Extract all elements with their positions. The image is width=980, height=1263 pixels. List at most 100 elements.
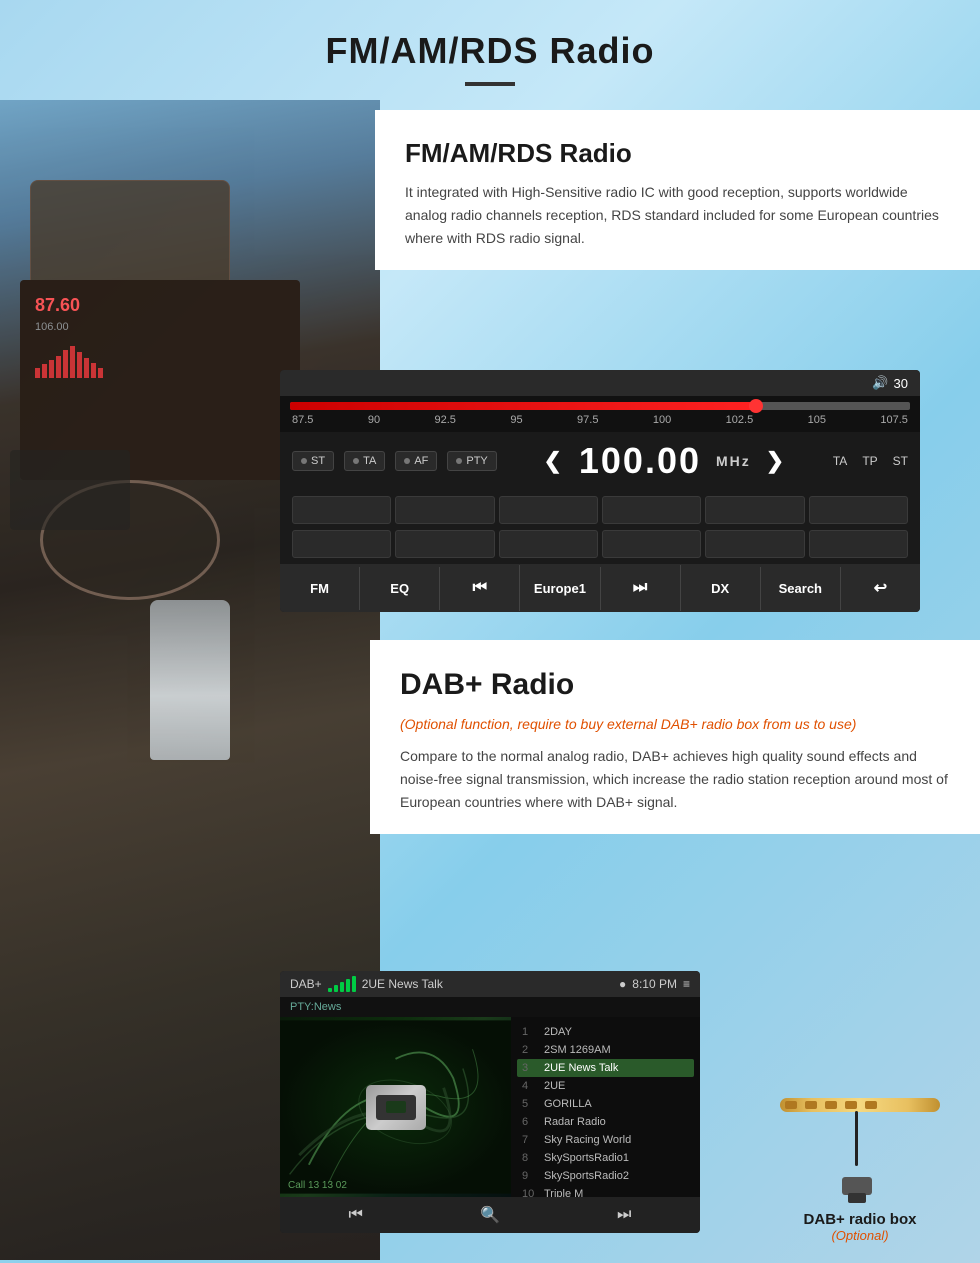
dab-btn-prev[interactable]: ⏮ (349, 1206, 363, 1224)
preset-6[interactable] (809, 496, 908, 524)
st-label: ST (893, 454, 908, 468)
preset-3[interactable] (499, 496, 598, 524)
dab-title: DAB+ Radio (400, 668, 950, 702)
dab-channel-7[interactable]: 7 Sky Racing World (517, 1131, 694, 1149)
dab-pty: PTY:News (280, 997, 700, 1017)
freq-slider-fill (290, 402, 761, 410)
freq-marker-9: 107.5 (880, 414, 908, 426)
dab-channel-3[interactable]: 3 2UE News Talk (517, 1059, 694, 1077)
ch-num-9: 9 (522, 1170, 538, 1182)
freq-markers: 87.5 90 92.5 95 97.5 100 102.5 105 107.5 (290, 414, 910, 426)
radio-bottom-bar: FM EQ ⏮ Europe1 ⏭ DX Search ↩ (280, 564, 920, 612)
preset-12[interactable] (809, 530, 908, 558)
dab-section-card: DAB+ Radio (Optional function, require t… (370, 640, 980, 834)
preset-grid-1 (280, 490, 920, 530)
chip-st: ST (292, 451, 334, 471)
preset-8[interactable] (395, 530, 494, 558)
dab-channel-call: Call 13 13 02 (288, 1180, 347, 1191)
freq-marker-1: 87.5 (292, 414, 313, 426)
radio-btn-eq[interactable]: EQ (360, 567, 440, 610)
freq-slider-track (290, 402, 910, 410)
ch-num-5: 5 (522, 1098, 538, 1110)
radio-btn-fm[interactable]: FM (280, 567, 360, 610)
preset-2[interactable] (395, 496, 494, 524)
dab-channel-5[interactable]: 5 GORILLA (517, 1095, 694, 1113)
signal-bars (328, 976, 356, 992)
radio-btn-search[interactable]: Search (761, 567, 841, 610)
freq-slider-container: 87.5 90 92.5 95 97.5 100 102.5 105 107.5 (280, 396, 920, 432)
dab-btn-next[interactable]: ⏭ (617, 1206, 631, 1224)
dab-time: 8:10 PM (632, 977, 677, 991)
dab-channel-6[interactable]: 6 Radar Radio (517, 1113, 694, 1131)
radio-btn-dx[interactable]: DX (681, 567, 761, 610)
ch-name-1: 2DAY (544, 1026, 572, 1038)
dab-channel-4[interactable]: 4 2UE (517, 1077, 694, 1095)
signal-bar-2 (334, 985, 338, 992)
dab-bottom-bar: ⏮ 🔍 ⏭ (280, 1197, 700, 1233)
preset-7[interactable] (292, 530, 391, 558)
radio-btn-prev[interactable]: ⏮ (440, 565, 520, 611)
dab-label: DAB+ (290, 977, 322, 991)
dab-station-name: 2UE News Talk (362, 977, 443, 991)
freq-marker-7: 102.5 (726, 414, 754, 426)
dab-art: Call 13 13 02 (280, 1017, 511, 1197)
freq-unit: MHz (716, 453, 751, 469)
ch-name-4: 2UE (544, 1080, 565, 1092)
ch-name-3: 2UE News Talk (544, 1062, 618, 1074)
freq-arrow-right[interactable]: ❯ (766, 448, 786, 474)
radio-screen (376, 1095, 416, 1120)
freq-marker-4: 95 (510, 414, 522, 426)
tp-label: TP (862, 454, 877, 468)
bump-2 (805, 1101, 817, 1109)
dab-btn-search[interactable]: 🔍 (480, 1205, 500, 1225)
ch-num-6: 6 (522, 1116, 538, 1128)
ch-name-6: Radar Radio (544, 1116, 606, 1128)
dab-channel-1[interactable]: 1 2DAY (517, 1023, 694, 1041)
dab-status-left: DAB+ 2UE News Talk (290, 976, 443, 992)
preset-9[interactable] (499, 530, 598, 558)
ch-name-5: GORILLA (544, 1098, 592, 1110)
ch-name-9: SkySportsRadio2 (544, 1170, 629, 1182)
dab-box-optional: (Optional) (760, 1228, 960, 1243)
volume-area: 🔊 30 (872, 375, 908, 391)
radio-top-bar: 🔊 30 (280, 370, 920, 396)
ch-num-7: 7 (522, 1134, 538, 1146)
pty-label: PTY:News (290, 1001, 341, 1013)
radio-controls-row: ST TA AF PTY ❮ 100.00 MHz ❯ TA TP ST (280, 432, 920, 490)
signal-bar-4 (346, 979, 350, 992)
preset-11[interactable] (705, 530, 804, 558)
preset-10[interactable] (602, 530, 701, 558)
ch-name-8: SkySportsRadio1 (544, 1152, 629, 1164)
freq-marker-2: 90 (368, 414, 380, 426)
ch-num-10: 10 (522, 1188, 538, 1197)
dab-cable (855, 1111, 858, 1166)
freq-display: ❮ 100.00 MHz ❯ (507, 440, 823, 482)
dab-channel-2[interactable]: 2 2SM 1269AM (517, 1041, 694, 1059)
fm-card-description: It integrated with High-Sensitive radio … (405, 181, 950, 250)
dab-channel-list-panel: 1 2DAY 2 2SM 1269AM 3 2UE News Talk 4 2U… (511, 1017, 700, 1197)
ch-num-2: 2 (522, 1044, 538, 1056)
freq-marker-8: 105 (808, 414, 826, 426)
freq-arrow-left[interactable]: ❮ (543, 448, 563, 474)
radio-btn-back[interactable]: ↩ (841, 564, 920, 612)
ch-name-7: Sky Racing World (544, 1134, 631, 1146)
dab-channel-9[interactable]: 9 SkySportsRadio2 (517, 1167, 694, 1185)
preset-4[interactable] (602, 496, 701, 524)
radio-device-icon (366, 1085, 426, 1130)
preset-1[interactable] (292, 496, 391, 524)
dab-channel-10[interactable]: 10 Triple M (517, 1185, 694, 1197)
speaker-icon: 🔊 (872, 375, 888, 391)
volume-value: 30 (894, 376, 908, 391)
radio-btn-europe1[interactable]: Europe1 (520, 567, 600, 610)
bump-4 (845, 1101, 857, 1109)
dab-optional-note: (Optional function, require to buy exter… (400, 714, 950, 735)
console-controls (10, 450, 130, 530)
dab-channel-8[interactable]: 8 SkySportsRadio1 (517, 1149, 694, 1167)
ch-num-3: 3 (522, 1062, 538, 1074)
preset-5[interactable] (705, 496, 804, 524)
bump-3 (825, 1101, 837, 1109)
ch-name-10: Triple M (544, 1188, 583, 1197)
title-underline (465, 82, 515, 86)
radio-btn-next[interactable]: ⏭ (601, 565, 681, 611)
dab-content: Call 13 13 02 1 2DAY 2 2SM 1269AM 3 (280, 1017, 700, 1197)
